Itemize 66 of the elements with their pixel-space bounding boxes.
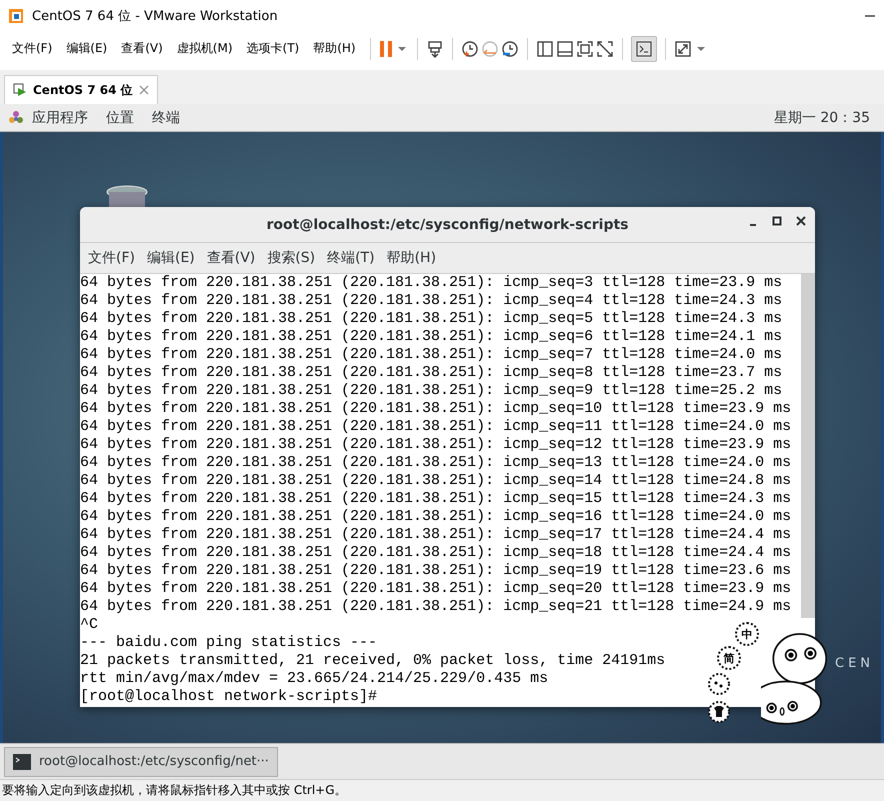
vm-icon: [13, 83, 27, 97]
console-view-button[interactable]: [630, 36, 657, 62]
menu-item[interactable]: 选项卡(T): [240, 40, 306, 57]
window-title: CentOS 7 64 位 - VMware Workstation: [32, 8, 279, 25]
sidebar-view-icon[interactable]: [536, 40, 554, 58]
terminal-line: 64 bytes from 220.181.38.251 (220.181.38.251): icmp_seq=10 ttl=128 time=23.9 ms: [80, 400, 792, 417]
terminal-line: 64 bytes from 220.181.38.251 (220.181.38.251): icmp_seq=13 ttl=128 time=24.0 ms: [80, 454, 792, 471]
terminal-line: --- baidu.com ping statistics ---: [80, 634, 378, 651]
taskbar-item[interactable]: root@localhost:/etc/sysconfig/net···: [4, 746, 278, 776]
terminal-line: 64 bytes from 220.181.38.251 (220.181.38.251): icmp_seq=20 ttl=128 time=23.9 ms: [80, 580, 792, 597]
desktop-logo-text: CEN: [835, 656, 874, 671]
terminal-line: 64 bytes from 220.181.38.251 (220.181.38.251): icmp_seq=11 ttl=128 time=24.0 ms: [80, 418, 792, 435]
maximize-icon[interactable]: [771, 215, 783, 227]
ime-punctuation-icon[interactable]: [707, 672, 731, 696]
send-keys-icon[interactable]: [426, 40, 444, 58]
terminal-menu-item[interactable]: 查看(V): [200, 249, 262, 267]
terminal-line: ^C: [80, 616, 98, 633]
clock[interactable]: 星期一 20：35: [774, 108, 876, 126]
fit-window-icon[interactable]: [576, 40, 594, 58]
terminal-line: 64 bytes from 220.181.38.251 (220.181.38.251): icmp_seq=4 ttl=128 time=24.3 ms: [80, 292, 782, 309]
terminal-line: 64 bytes from 220.181.38.251 (220.181.38.251): icmp_seq=15 ttl=128 time=24.3 ms: [80, 490, 792, 507]
close-icon[interactable]: [795, 215, 807, 227]
snapshot-icon[interactable]: [460, 40, 479, 58]
terminal-line: 64 bytes from 220.181.38.251 (220.181.38.251): icmp_seq=19 ttl=128 time=23.6 ms: [80, 562, 792, 579]
terminal-icon: [13, 754, 31, 770]
terminal-line: rtt min/avg/max/mdev = 23.665/24.214/25.229/0.435 ms: [80, 670, 548, 687]
menu-item[interactable]: 虚拟机(M): [170, 40, 239, 57]
terminal-menu-item[interactable]: 编辑(E): [140, 249, 201, 267]
top-bar-menu[interactable]: 终端: [148, 108, 190, 126]
terminal-line: 64 bytes from 220.181.38.251 (220.181.38.251): icmp_seq=5 ttl=128 time=24.3 ms: [80, 310, 782, 327]
menu-item[interactable]: 文件(F): [6, 40, 58, 57]
menu-item[interactable]: 查看(V): [115, 40, 169, 57]
terminal-line: 64 bytes from 220.181.38.251 (220.181.38.251): icmp_seq=8 ttl=128 time=23.7 ms: [80, 364, 782, 381]
terminal-line: 64 bytes from 220.181.38.251 (220.181.38.251): icmp_seq=14 ttl=128 time=24.8 ms: [80, 472, 792, 489]
terminal-menu-item[interactable]: 搜索(S): [261, 249, 322, 267]
top-bar-menu[interactable]: 位置: [102, 108, 144, 126]
terminal-line: [root@localhost network-scripts]#: [80, 688, 378, 705]
vm-tab[interactable]: CentOS 7 64 位: [4, 75, 158, 104]
terminal-line: 21 packets transmitted, 21 received, 0% packet loss, time 24191ms: [80, 652, 666, 669]
terminal-line: 64 bytes from 220.181.38.251 (220.181.38.251): icmp_seq=21 ttl=128 time=24.9 ms: [80, 598, 792, 615]
terminal-line: 64 bytes from 220.181.38.251 (220.181.38.251): icmp_seq=3 ttl=128 time=23.9 ms: [80, 274, 782, 291]
terminal-line: 64 bytes from 220.181.38.251 (220.181.38.251): icmp_seq=16 ttl=128 time=24.0 ms: [80, 508, 792, 525]
terminal-icon: [636, 40, 652, 56]
terminal-menu-item[interactable]: 帮助(H): [380, 249, 442, 267]
menu-item[interactable]: 编辑(E): [60, 40, 114, 57]
terminal-line: 64 bytes from 220.181.38.251 (220.181.38.251): icmp_seq=9 ttl=128 time=25.2 ms: [80, 382, 782, 399]
trash-icon[interactable]: [105, 184, 149, 208]
terminal-line: 64 bytes from 220.181.38.251 (220.181.38.251): icmp_seq=6 ttl=128 time=24.1 ms: [80, 328, 782, 345]
app-logo-icon: [8, 8, 24, 24]
terminal-title: root@localhost:/etc/sysconfig/network-scripts: [266, 216, 629, 232]
terminal-line: 64 bytes from 220.181.38.251 (220.181.38.251): icmp_seq=12 ttl=128 time=23.9 ms: [80, 436, 792, 453]
terminal-line: 64 bytes from 220.181.38.251 (220.181.38.251): icmp_seq=17 ttl=128 time=24.4 ms: [80, 526, 792, 543]
snapshot-manager-icon[interactable]: [500, 40, 519, 58]
status-message: 要将输入定向到该虚拟机，请将鼠标指针移入其中或按 Ctrl+G。: [0, 779, 884, 801]
scrollbar[interactable]: [801, 274, 815, 618]
top-bar-menu[interactable]: 应用程序: [28, 108, 98, 126]
bottom-panel-icon[interactable]: [556, 40, 574, 58]
terminal-menu-item[interactable]: 文件(F): [82, 249, 141, 267]
terminal-line: 64 bytes from 220.181.38.251 (220.181.38.251): icmp_seq=7 ttl=128 time=24.0 ms: [80, 346, 782, 363]
applications-icon[interactable]: [8, 110, 24, 126]
ime-skin-icon[interactable]: [707, 700, 731, 724]
menu-item[interactable]: 帮助(H): [307, 40, 362, 57]
pause-icon[interactable]: [378, 40, 393, 58]
fullscreen-icon[interactable]: [674, 40, 692, 58]
terminal-menu-item[interactable]: 终端(T): [321, 249, 381, 267]
terminal-line: 64 bytes from 220.181.38.251 (220.181.38.251): icmp_seq=18 ttl=128 time=24.4 ms: [80, 544, 792, 561]
